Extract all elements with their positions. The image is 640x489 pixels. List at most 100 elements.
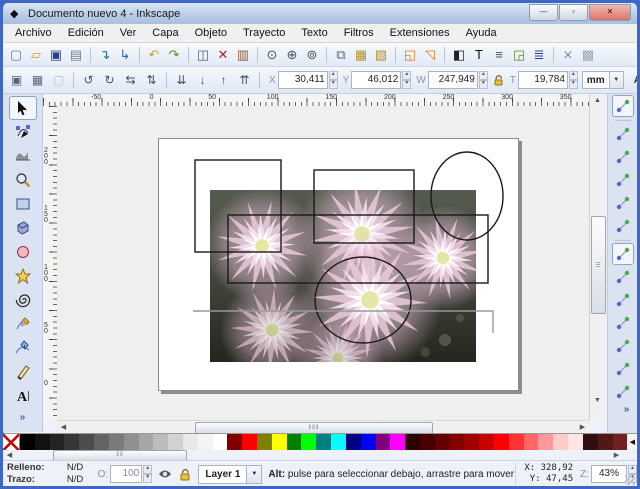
group-button[interactable]: ◱	[400, 45, 420, 65]
flip-horizontal-button[interactable]: ⇆	[120, 70, 141, 90]
opacity-field[interactable]: 100	[110, 465, 143, 483]
color-swatch[interactable]	[123, 434, 139, 451]
color-swatch[interactable]	[197, 434, 213, 451]
snap-smooth-nodes-toggle[interactable]	[612, 335, 634, 357]
3dbox-tool[interactable]	[9, 216, 37, 240]
color-swatch[interactable]	[138, 434, 154, 451]
menu-ayuda[interactable]: Ayuda	[458, 25, 505, 41]
toolbox-overflow-chevron[interactable]: »	[20, 412, 26, 423]
enable-snapping-toggle[interactable]	[611, 95, 634, 117]
title-bar[interactable]: ◆ Documento nuevo 4 - Inkscape — ▫ ✕	[3, 3, 637, 24]
color-swatch[interactable]	[568, 434, 583, 451]
color-swatch[interactable]	[419, 434, 435, 451]
color-swatch[interactable]	[79, 434, 95, 451]
ellipse-shape-1[interactable]	[430, 151, 504, 241]
color-swatch[interactable]	[168, 434, 183, 451]
export-button[interactable]: ↳	[115, 45, 135, 65]
color-swatch[interactable]	[227, 434, 243, 451]
snap-bbox-centers-toggle[interactable]	[612, 215, 634, 237]
open-line-shape[interactable]	[193, 310, 494, 333]
lower-to-bottom-button[interactable]: ⇊	[171, 70, 192, 90]
raise-to-top-button[interactable]: ⇈	[234, 70, 255, 90]
menu-texto[interactable]: Texto	[293, 25, 335, 41]
undo-button[interactable]: ↶	[144, 45, 164, 65]
color-swatch[interactable]	[508, 434, 524, 451]
lower-button[interactable]: ↓	[192, 70, 213, 90]
maximize-button[interactable]: ▫	[559, 4, 588, 21]
color-swatch[interactable]	[434, 434, 450, 451]
node-tool[interactable]	[9, 120, 37, 144]
palette-scrollbar[interactable]: ◀ ⦀⦀ ▶	[3, 450, 637, 461]
color-swatch[interactable]	[345, 434, 361, 451]
scroll-down-arrow[interactable]: ▼	[591, 394, 604, 407]
color-swatch[interactable]	[553, 434, 569, 451]
snap-line-midpoints-toggle[interactable]	[612, 358, 634, 380]
snap-object-centers-toggle[interactable]	[612, 381, 634, 403]
unlink-clone-button[interactable]: ▧	[371, 45, 391, 65]
color-swatch[interactable]	[494, 434, 509, 451]
snap-bbox-edges-toggle[interactable]	[612, 146, 634, 168]
units-dropdown[interactable]: mm ▼	[581, 71, 624, 89]
color-swatch[interactable]	[479, 434, 494, 451]
calligraphy-tool[interactable]	[9, 360, 37, 384]
star-tool[interactable]	[9, 264, 37, 288]
color-swatch[interactable]	[212, 434, 228, 451]
snapbar-overflow-chevron[interactable]: »	[624, 404, 630, 415]
snap-nodes-toggle[interactable]	[611, 243, 634, 265]
y-field[interactable]: 46,012	[351, 71, 402, 89]
drawn-shapes-layer[interactable]	[57, 106, 589, 420]
color-swatch[interactable]	[375, 434, 391, 451]
height-field[interactable]: 19,784	[517, 71, 568, 89]
color-swatch[interactable]	[538, 434, 554, 451]
palette-overflow-arrow[interactable]: ◀	[627, 434, 637, 451]
rectangle-shape-3[interactable]	[227, 214, 489, 284]
copy-button[interactable]: ◫	[193, 45, 213, 65]
xml-editor-button[interactable]: ◲	[509, 45, 529, 65]
color-swatch[interactable]	[331, 434, 346, 451]
redo-button[interactable]: ↷	[164, 45, 184, 65]
color-swatch[interactable]	[523, 434, 539, 451]
text-dialog-button[interactable]: T	[469, 45, 489, 65]
color-swatch[interactable]	[182, 434, 198, 451]
select-all-button[interactable]: ▣	[6, 70, 27, 90]
preferences-button[interactable]: ⨯	[558, 45, 578, 65]
ungroup-button[interactable]: ◹	[420, 45, 440, 65]
vertical-ruler[interactable]: 200 150 100 50 0	[43, 106, 58, 420]
color-swatch[interactable]	[108, 434, 124, 451]
fill-stroke-dialog-button[interactable]: ◧	[449, 45, 469, 65]
color-swatch[interactable]	[405, 434, 420, 451]
spiral-tool[interactable]	[9, 288, 37, 312]
print-button[interactable]: ▤	[66, 45, 86, 65]
align-dialog-button[interactable]: ≣	[529, 45, 549, 65]
snap-path-intersections-toggle[interactable]	[612, 289, 634, 311]
layers-dialog-button[interactable]: ≡	[489, 45, 509, 65]
paste-button[interactable]: ▥	[233, 45, 253, 65]
color-swatch[interactable]	[390, 434, 406, 451]
color-swatch[interactable]	[34, 434, 50, 451]
color-swatch[interactable]	[301, 434, 317, 451]
import-button[interactable]: ↴	[95, 45, 115, 65]
layer-visibility-eye-icon[interactable]	[156, 465, 173, 483]
open-document-button[interactable]: ▱	[26, 45, 46, 65]
menu-objeto[interactable]: Objeto	[187, 25, 235, 41]
menu-filtros[interactable]: Filtros	[336, 25, 382, 41]
menu-archivo[interactable]: Archivo	[7, 25, 60, 41]
stroke-value[interactable]: N/D	[67, 474, 92, 486]
text-tool[interactable]: A	[9, 384, 37, 408]
x-field[interactable]: 30,411	[277, 71, 328, 89]
vertical-scroll-thumb[interactable]: ☰	[591, 216, 606, 314]
scroll-up-arrow[interactable]: ▲	[591, 94, 604, 107]
menu-trayecto[interactable]: Trayecto	[235, 25, 293, 41]
menu-capa[interactable]: Capa	[144, 25, 186, 41]
vertical-scrollbar[interactable]: ▲ ☰ ▼	[589, 94, 606, 420]
color-swatch[interactable]	[582, 434, 598, 451]
flip-vertical-button[interactable]: ⇅	[141, 70, 162, 90]
width-field[interactable]: 247,949	[427, 71, 478, 89]
tweak-tool[interactable]	[9, 144, 37, 168]
ellipse-shape-2[interactable]	[314, 256, 412, 344]
zoom-tool[interactable]	[9, 168, 37, 192]
current-layer-dropdown[interactable]: Layer 1 ▼	[198, 464, 263, 484]
lock-ratio-icon[interactable]	[492, 71, 505, 89]
color-swatch[interactable]	[20, 434, 35, 451]
select-all-layers-button[interactable]: ▦	[27, 70, 48, 90]
